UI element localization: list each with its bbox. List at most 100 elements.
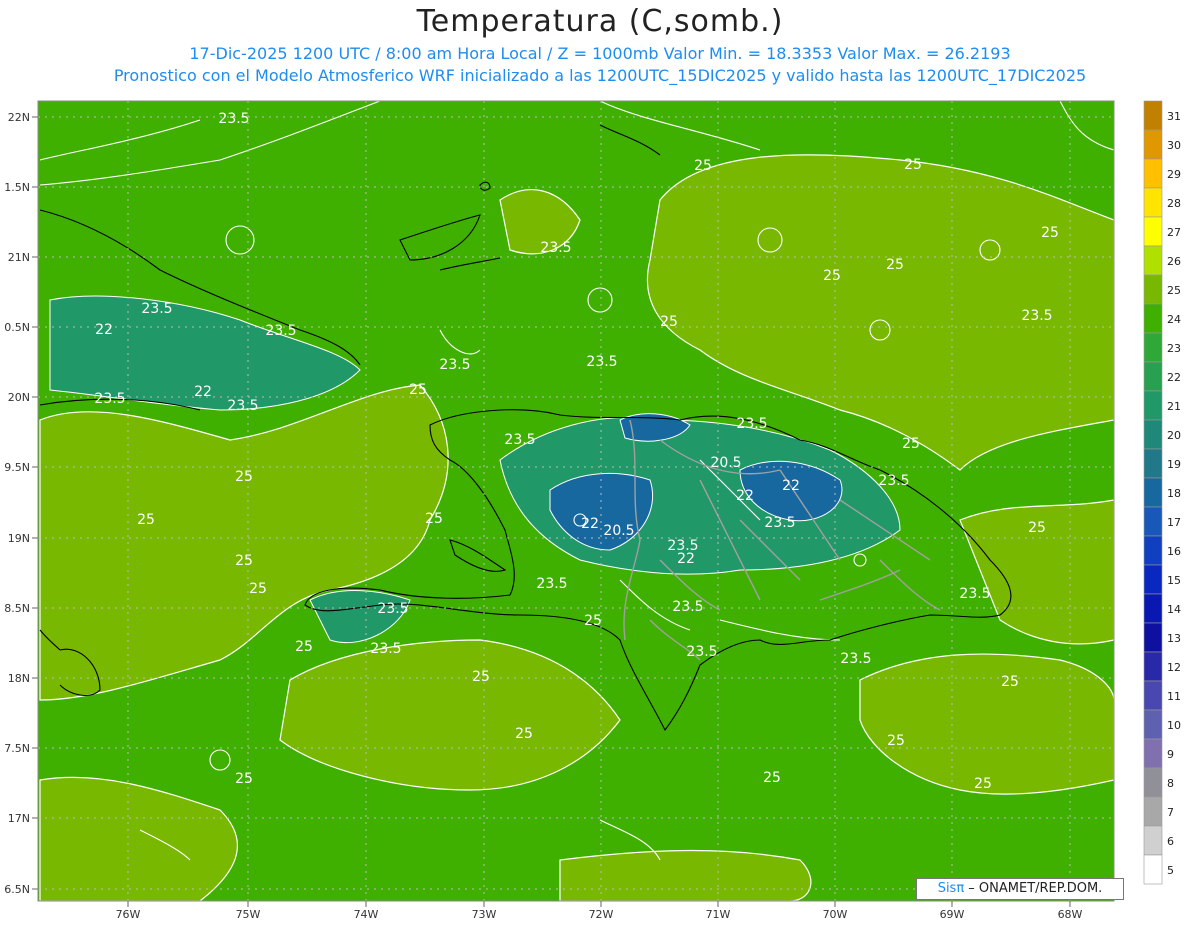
- colorbar-swatch: [1143, 361, 1163, 392]
- colorbar-label: 8: [1167, 777, 1174, 790]
- colorbar-label: 16: [1167, 545, 1181, 558]
- lon-tick-label: 69W: [940, 908, 965, 921]
- colorbar-swatch: [1143, 187, 1163, 218]
- contour-value-label: 23.5: [672, 599, 703, 615]
- colorbar-label: 9: [1167, 748, 1174, 761]
- temperature-colorbar: 31 30 29 28 27 26 25 24 23 22 21 20 19 18 17 16 15 14 13 12…: [1143, 100, 1181, 885]
- contour-value-label: 22: [95, 322, 113, 338]
- colorbar-label: 30: [1167, 139, 1181, 152]
- colorbar-swatch: [1143, 680, 1163, 711]
- colorbar-swatch: [1143, 448, 1163, 479]
- colorbar-swatch: [1143, 651, 1163, 682]
- colorbar-label: 31: [1167, 110, 1181, 123]
- contour-value-label: 25: [974, 776, 992, 792]
- temperature-map: 23.5 25 25 23.5 25 25 25 22 23.5 23.5 22 23.5 23.5 23…: [4, 100, 1181, 921]
- colorbar-label: 13: [1167, 632, 1181, 645]
- colorbar-label: 20: [1167, 429, 1181, 442]
- lon-tick-label: 71W: [706, 908, 731, 921]
- colorbar-swatch: [1143, 332, 1163, 363]
- contour-value-label: 23.5: [840, 651, 871, 667]
- sispi-brand: Sisπ: [937, 881, 965, 896]
- colorbar-label: 21: [1167, 400, 1181, 413]
- contour-value-label: 22: [581, 516, 599, 532]
- colorbar-label: 15: [1167, 574, 1181, 587]
- contour-value-label: 22: [782, 478, 800, 494]
- lat-tick-label: 21N: [8, 251, 30, 264]
- contour-value-label: 25: [584, 613, 602, 629]
- contour-value-label: 23.5: [265, 323, 296, 339]
- lon-tick-label: 68W: [1058, 908, 1083, 921]
- colorbar-swatch: [1143, 303, 1163, 334]
- contour-value-label: 25: [660, 314, 678, 330]
- lat-tick-label: 1.5N: [4, 181, 30, 194]
- colorbar-label: 10: [1167, 719, 1181, 732]
- lat-tick-label: 0.5N: [4, 321, 30, 334]
- colorbar-swatch: [1143, 738, 1163, 769]
- colorbar-label: 27: [1167, 226, 1181, 239]
- lon-tick-label: 72W: [589, 908, 614, 921]
- lat-tick-label: 17N: [8, 812, 30, 825]
- contour-value-label: 23.5: [686, 644, 717, 660]
- colorbar-swatch: [1143, 593, 1163, 624]
- contour-value-label: 20.5: [710, 455, 741, 471]
- contour-value-label: 23.5: [141, 301, 172, 317]
- colorbar-label: 12: [1167, 661, 1181, 674]
- colorbar-label: 25: [1167, 284, 1181, 297]
- contour-value-label: 23.5: [540, 240, 571, 256]
- colorbar-label: 6: [1167, 835, 1174, 848]
- colorbar-swatch: [1143, 129, 1163, 160]
- contour-value-label: 23.5: [504, 432, 535, 448]
- contour-value-label: 25: [1028, 520, 1046, 536]
- colorbar-label: 18: [1167, 487, 1181, 500]
- credit-box: Sisπ – ONAMET/REP.DOM.: [916, 878, 1124, 900]
- lat-tick-label: 6.5N: [4, 883, 30, 896]
- contour-value-label: 25: [515, 726, 533, 742]
- colorbar-swatch: [1143, 796, 1163, 827]
- contour-value-label: 23.5: [94, 391, 125, 407]
- contour-value-label: 25: [823, 268, 841, 284]
- contour-value-label: 23.5: [736, 416, 767, 432]
- colorbar-label: 24: [1167, 313, 1181, 326]
- colorbar-label: 26: [1167, 255, 1181, 268]
- contour-value-label: 25: [409, 382, 427, 398]
- colorbar-label: 28: [1167, 197, 1181, 210]
- lon-tick-label: 73W: [472, 908, 497, 921]
- colorbar-label: 29: [1167, 168, 1181, 181]
- colorbar-swatch: [1143, 419, 1163, 450]
- contour-value-label: 20.5: [603, 523, 634, 539]
- colorbar-swatch: [1143, 825, 1163, 856]
- lat-tick-label: 8.5N: [4, 602, 30, 615]
- colorbar-label: 22: [1167, 371, 1181, 384]
- lon-tick-label: 74W: [354, 908, 379, 921]
- contour-value-label: 25: [235, 553, 253, 569]
- credit-text: – ONAMET/REP.DOM.: [964, 881, 1103, 896]
- colorbar-swatch: [1143, 100, 1163, 131]
- contour-value-label: 25: [249, 581, 267, 597]
- colorbar-swatch: [1143, 767, 1163, 798]
- colorbar-label: 19: [1167, 458, 1181, 471]
- lat-tick-label: 9.5N: [4, 461, 30, 474]
- colorbar-swatch: [1143, 535, 1163, 566]
- colorbar-label: 14: [1167, 603, 1181, 616]
- contour-value-label: 25: [425, 511, 443, 527]
- lon-tick-label: 75W: [236, 908, 261, 921]
- colorbar-swatch: [1143, 158, 1163, 189]
- contour-value-label: 22: [677, 551, 695, 567]
- contour-value-label: 23.5: [377, 601, 408, 617]
- contour-value-label: 23.5: [536, 576, 567, 592]
- contour-value-label: 25: [235, 469, 253, 485]
- lon-tick-label: 76W: [116, 908, 141, 921]
- contour-value-label: 23.5: [1021, 308, 1052, 324]
- contour-value-label: 25: [472, 669, 490, 685]
- colorbar-label: 23: [1167, 342, 1181, 355]
- colorbar-swatch: [1143, 477, 1163, 508]
- contour-value-label: 25: [902, 436, 920, 452]
- lat-tick-label: 7.5N: [4, 742, 30, 755]
- colorbar-label: 11: [1167, 690, 1181, 703]
- colorbar-swatch: [1143, 390, 1163, 421]
- longitude-axis: 76W 75W 74W 73W 72W 71W 70W 69W 68W: [116, 901, 1083, 921]
- contour-value-label: 22: [194, 384, 212, 400]
- colorbar-swatch: [1143, 245, 1163, 276]
- contour-value-label: 25: [137, 512, 155, 528]
- colorbar-swatch: [1143, 564, 1163, 595]
